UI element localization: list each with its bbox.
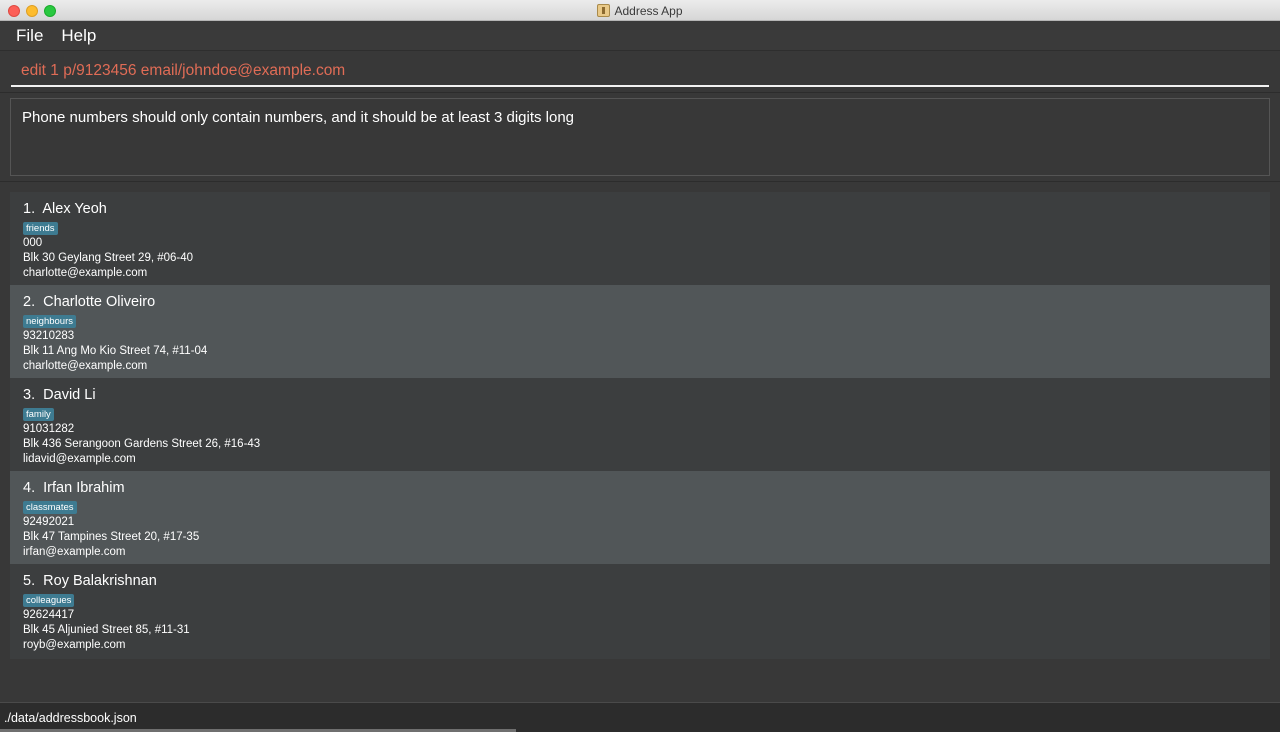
person-name-line: 1. Alex Yeoh bbox=[23, 200, 1257, 218]
person-card[interactable]: 1. Alex Yeoh friends 000 Blk 30 Geylang … bbox=[10, 192, 1270, 285]
person-index: 1. bbox=[23, 201, 36, 217]
person-name: Alex Yeoh bbox=[42, 201, 107, 217]
person-name: Irfan Ibrahim bbox=[43, 480, 125, 496]
tag-label: neighbours bbox=[23, 315, 77, 328]
person-card[interactable]: 3. David Li family 91031282 Blk 436 Sera… bbox=[10, 378, 1270, 471]
tag-label: classmates bbox=[23, 501, 77, 514]
menu-file[interactable]: File bbox=[16, 26, 43, 46]
person-phone: 92624417 bbox=[23, 609, 75, 621]
status-bar: ./data/addressbook.json bbox=[0, 702, 1280, 732]
person-card[interactable]: 5. Roy Balakrishnan colleagues 92624417 … bbox=[10, 564, 1270, 657]
person-name-line: 2. Charlotte Oliveiro bbox=[23, 293, 1257, 311]
person-name-line: 3. David Li bbox=[23, 386, 1257, 404]
person-email: charlotte@example.com bbox=[23, 267, 148, 279]
address-book-icon bbox=[597, 4, 611, 17]
person-email: charlotte@example.com bbox=[23, 360, 148, 372]
person-list-panel: 1. Alex Yeoh friends 000 Blk 30 Geylang … bbox=[0, 182, 1280, 702]
tag-label: family bbox=[23, 408, 54, 421]
person-name-line: 5. Roy Balakrishnan bbox=[23, 572, 1257, 590]
title-bar: Address App bbox=[0, 0, 1280, 21]
person-phone: 92492021 bbox=[23, 516, 75, 528]
person-name: Roy Balakrishnan bbox=[43, 573, 157, 589]
person-card[interactable]: 2. Charlotte Oliveiro neighbours 9321028… bbox=[10, 285, 1270, 378]
person-index: 4. bbox=[23, 480, 36, 496]
person-email: lidavid@example.com bbox=[23, 453, 136, 465]
window-title: Address App bbox=[614, 3, 683, 18]
person-index: 3. bbox=[23, 387, 36, 403]
command-box bbox=[0, 51, 1280, 93]
person-name-line: 4. Irfan Ibrahim bbox=[23, 479, 1257, 497]
person-name: Charlotte Oliveiro bbox=[43, 294, 156, 310]
person-name: David Li bbox=[43, 387, 96, 403]
tag-label: friends bbox=[23, 222, 58, 235]
person-address: Blk 30 Geylang Street 29, #06-40 bbox=[23, 252, 194, 264]
person-address: Blk 11 Ang Mo Kio Street 74, #11-04 bbox=[23, 345, 208, 357]
person-address: Blk 436 Serangoon Gardens Street 26, #16… bbox=[23, 438, 261, 450]
person-email: irfan@example.com bbox=[23, 546, 126, 558]
person-email: royb@example.com bbox=[23, 639, 126, 651]
person-phone: 91031282 bbox=[23, 423, 75, 435]
tag-label: colleagues bbox=[23, 594, 75, 607]
person-address: Blk 45 Aljunied Street 85, #11-31 bbox=[23, 624, 190, 636]
menu-bar: File Help bbox=[0, 21, 1280, 51]
person-address: Blk 47 Tampines Street 20, #17-35 bbox=[23, 531, 200, 543]
result-display-area: Phone numbers should only contain number… bbox=[0, 93, 1280, 182]
person-list[interactable]: 1. Alex Yeoh friends 000 Blk 30 Geylang … bbox=[10, 192, 1270, 659]
person-index: 2. bbox=[23, 294, 36, 310]
person-index: 5. bbox=[23, 573, 36, 589]
result-display: Phone numbers should only contain number… bbox=[10, 98, 1270, 176]
person-phone: 000 bbox=[23, 237, 43, 249]
person-card[interactable]: 4. Irfan Ibrahim classmates 92492021 Blk… bbox=[10, 471, 1270, 564]
menu-help[interactable]: Help bbox=[61, 26, 96, 46]
command-input[interactable] bbox=[11, 57, 1269, 87]
save-location: ./data/addressbook.json bbox=[4, 710, 137, 725]
person-phone: 93210283 bbox=[23, 330, 75, 342]
